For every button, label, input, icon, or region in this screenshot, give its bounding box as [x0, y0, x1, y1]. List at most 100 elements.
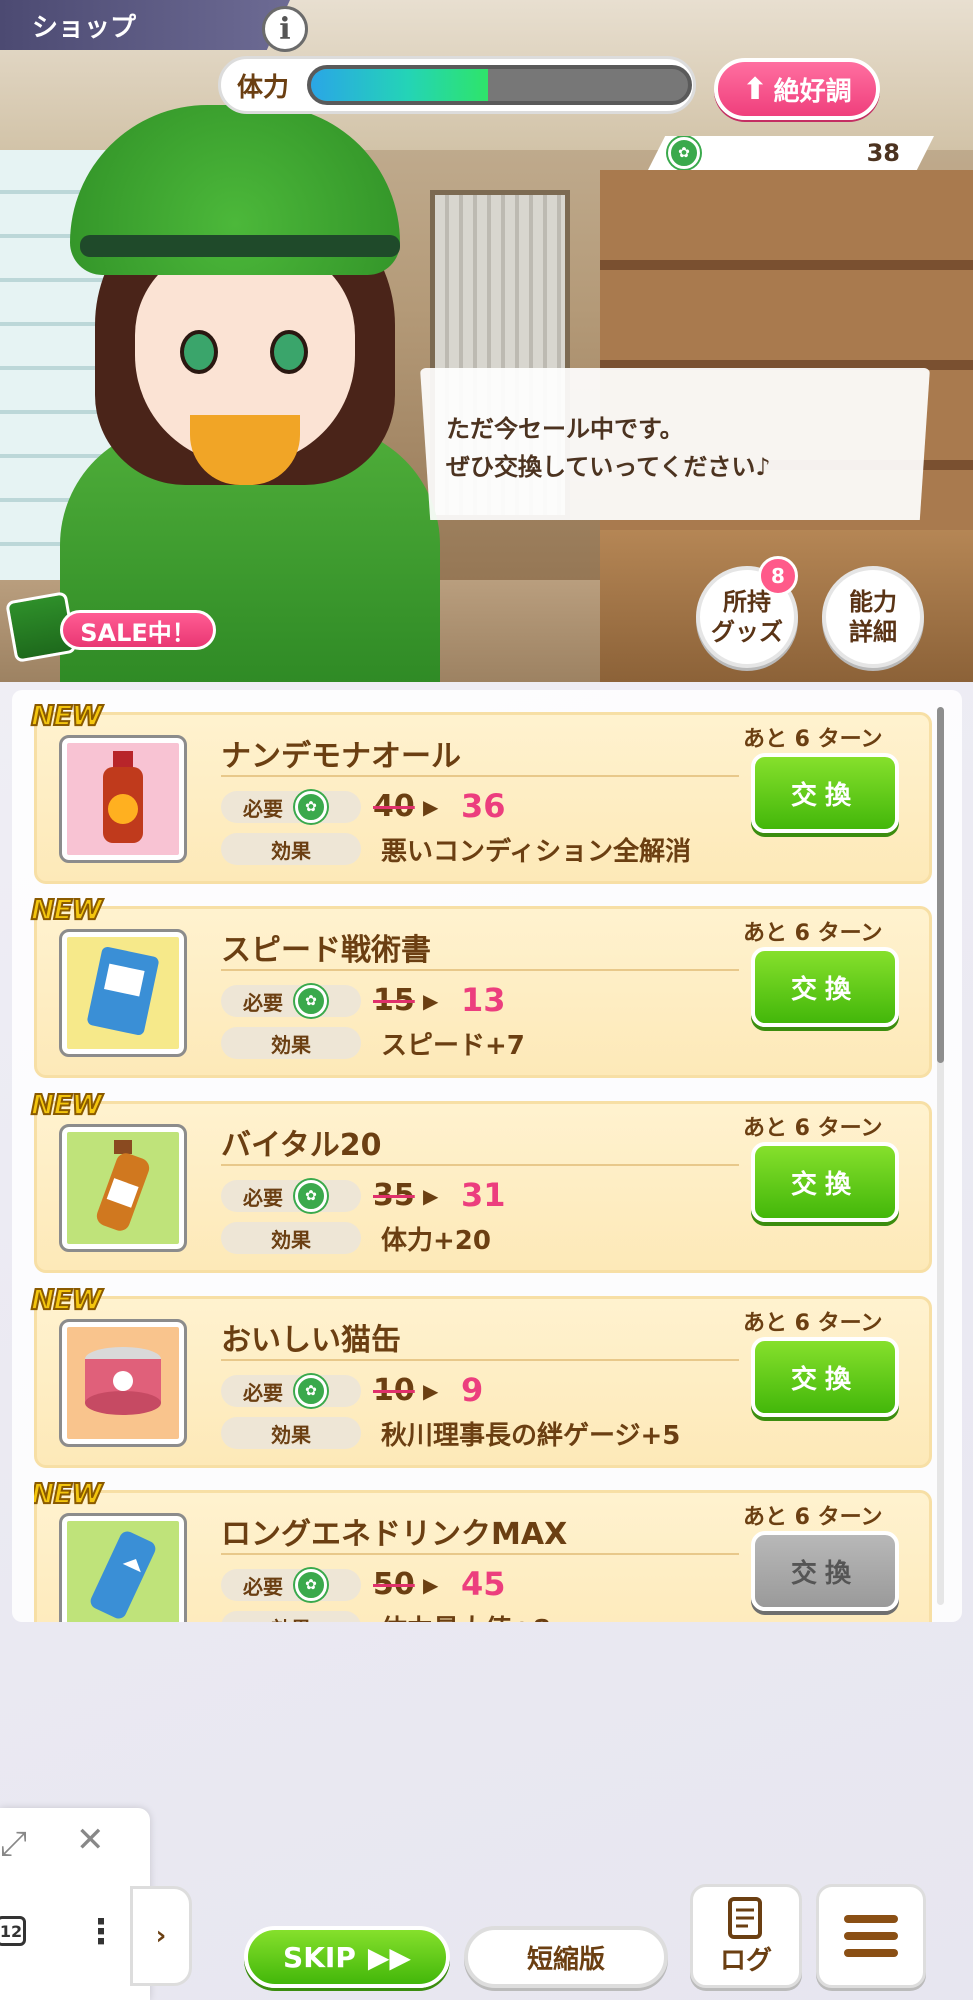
exchange-button[interactable]: 交換: [751, 1337, 899, 1417]
item-name: スピード戦術書: [221, 933, 431, 968]
shop-item-card: NEW おいしい猫缶 必要 ✿ 10 ▶ 9 効果 秋川理事長の絆ゲージ+5 あ…: [30, 1282, 932, 1468]
required-text: 必要: [243, 1185, 283, 1210]
sale-price: 45: [461, 1565, 506, 1603]
required-label: 必要 ✿: [221, 791, 361, 823]
close-icon[interactable]: ✕: [76, 1820, 105, 1860]
sale-banner[interactable]: SALE中！: [5, 591, 216, 663]
stamina-label: 体力: [237, 72, 290, 103]
log-button[interactable]: ログ: [690, 1884, 802, 1988]
log-label: ログ: [719, 1945, 772, 1976]
item-divider: [221, 1164, 739, 1166]
shop-item-card: NEW スピード戦術書 必要 ✿ 15 ▶ 13 効果 スピード+7 あと 6 …: [30, 892, 932, 1078]
required-label: 必要 ✿: [221, 1180, 361, 1212]
arrow-up-icon: ⬆: [742, 71, 768, 107]
expand-icon[interactable]: ⤢: [0, 1824, 27, 1864]
shop-item-card: NEW ナンデモナオール 必要 ✿ 40 ▶ 36 効果 悪いコンディション全解…: [30, 698, 932, 884]
back-button[interactable]: ›: [130, 1886, 192, 1986]
exchange-button[interactable]: 交換: [751, 1142, 899, 1222]
exchange-button[interactable]: 交換: [751, 753, 899, 833]
new-tag: NEW: [30, 892, 103, 927]
sale-price: 36: [461, 787, 506, 825]
original-price: 50: [373, 1567, 415, 1602]
shop-item-card: NEW バイタル20 必要 ✿ 35 ▶ 31 効果 体力+20 あと 6 ター…: [30, 1087, 932, 1273]
page-title-text: ショップ: [32, 12, 137, 43]
item-thumbnail: [59, 1513, 187, 1622]
sale-price: 9: [461, 1371, 484, 1409]
speech-bubble: ただ今セール中です。 ぜひ交換していってください♪: [420, 368, 930, 520]
fast-forward-icon: ▶▶: [367, 1940, 411, 1974]
coin-icon: ✿: [295, 791, 327, 823]
skip-label: SKIP: [283, 1940, 356, 1974]
drink-bottle-icon: [83, 747, 163, 851]
price-arrow-icon: ▶: [423, 1184, 439, 1208]
price-arrow-icon: ▶: [423, 1573, 439, 1597]
required-text: 必要: [243, 1380, 283, 1405]
short-version-button[interactable]: 短縮版: [464, 1926, 668, 1988]
effect-label: 効果: [221, 1222, 361, 1254]
effect-label: 効果: [221, 1417, 361, 1449]
list-scrollbar[interactable]: [937, 707, 944, 1605]
vital-bottle-icon: [88, 1136, 158, 1240]
item-thumbnail: [59, 929, 187, 1057]
back-arrow-icon: ›: [155, 1921, 167, 1951]
original-price: 35: [373, 1178, 415, 1213]
stamina-fill: [311, 69, 489, 101]
original-price: 15: [373, 983, 415, 1018]
info-button[interactable]: i: [262, 6, 308, 52]
menu-button[interactable]: [816, 1884, 926, 1988]
ability-details-button[interactable]: 能力 詳細: [822, 566, 924, 668]
ability-label-2: 詳細: [849, 618, 897, 646]
new-tag: NEW: [30, 1282, 103, 1317]
mini-player-overlay: ⤢ ✕ 12 ⋮: [0, 1808, 150, 2000]
coin-counter: ✿ 38: [648, 136, 934, 170]
character-eye-right: [270, 330, 308, 374]
hamburger-menu-icon: [844, 1915, 898, 1957]
mood-label: 絶好調: [773, 76, 852, 107]
turns-remaining: あと 6 ターン: [743, 921, 883, 946]
item-name: おいしい猫缶: [221, 1323, 401, 1358]
character-hatband: [80, 235, 400, 257]
required-text: 必要: [243, 796, 283, 821]
original-price: 10: [373, 1373, 415, 1408]
mini-count-badge[interactable]: 12: [0, 1916, 26, 1946]
effect-label: 効果: [221, 833, 361, 865]
original-price: 40: [373, 789, 415, 824]
item-effect: 体力+20: [381, 1226, 491, 1256]
turns-remaining: あと 6 ターン: [743, 1116, 883, 1141]
coin-icon: ✿: [295, 1375, 327, 1407]
item-thumbnail: [59, 1319, 187, 1447]
item-effect: スピード+7: [381, 1031, 525, 1061]
item-name: バイタル20: [221, 1128, 382, 1163]
effect-label: 効果: [221, 1611, 361, 1622]
item-effect: 秋川理事長の絆ゲージ+5: [381, 1421, 681, 1451]
owned-goods-button[interactable]: 所持 グッズ 8: [696, 556, 798, 668]
owned-goods-label-2: グッズ: [711, 618, 783, 646]
owned-goods-label-1: 所持: [723, 588, 771, 616]
skip-button[interactable]: SKIP ▶▶: [244, 1926, 450, 1988]
page-title: ショップ: [0, 0, 290, 50]
exchange-button[interactable]: 交換: [751, 1531, 899, 1611]
required-label: 必要 ✿: [221, 985, 361, 1017]
price-arrow-icon: ▶: [423, 989, 439, 1013]
exchange-button[interactable]: 交換: [751, 947, 899, 1027]
book-icon: [80, 943, 166, 1043]
item-divider: [221, 1553, 739, 1555]
turns-remaining: あと 6 ターン: [743, 727, 883, 752]
mood-button[interactable]: ⬆ 絶好調: [714, 58, 880, 120]
item-effect: 悪いコンディション全解消: [381, 837, 692, 867]
more-options-icon[interactable]: ⋮: [84, 1912, 118, 1952]
character-eye-left: [180, 330, 218, 374]
item-thumbnail: [59, 1124, 187, 1252]
coin-icon: ✿: [668, 137, 700, 169]
item-thumbnail: [59, 735, 187, 863]
coin-icon: ✿: [295, 985, 327, 1017]
required-text: 必要: [243, 990, 283, 1015]
list-scroll-thumb[interactable]: [937, 707, 944, 1063]
sale-price: 13: [461, 981, 506, 1019]
sale-price: 31: [461, 1176, 506, 1214]
coin-icon: ✿: [295, 1569, 327, 1601]
shop-item-card: NEW ロングエネドリンクMAX 必要 ✿ 50 ▶ 45 効果 体力最大値+8…: [34, 1476, 932, 1622]
energy-can-icon: [80, 1525, 166, 1622]
effect-label: 効果: [221, 1027, 361, 1059]
item-divider: [221, 969, 739, 971]
